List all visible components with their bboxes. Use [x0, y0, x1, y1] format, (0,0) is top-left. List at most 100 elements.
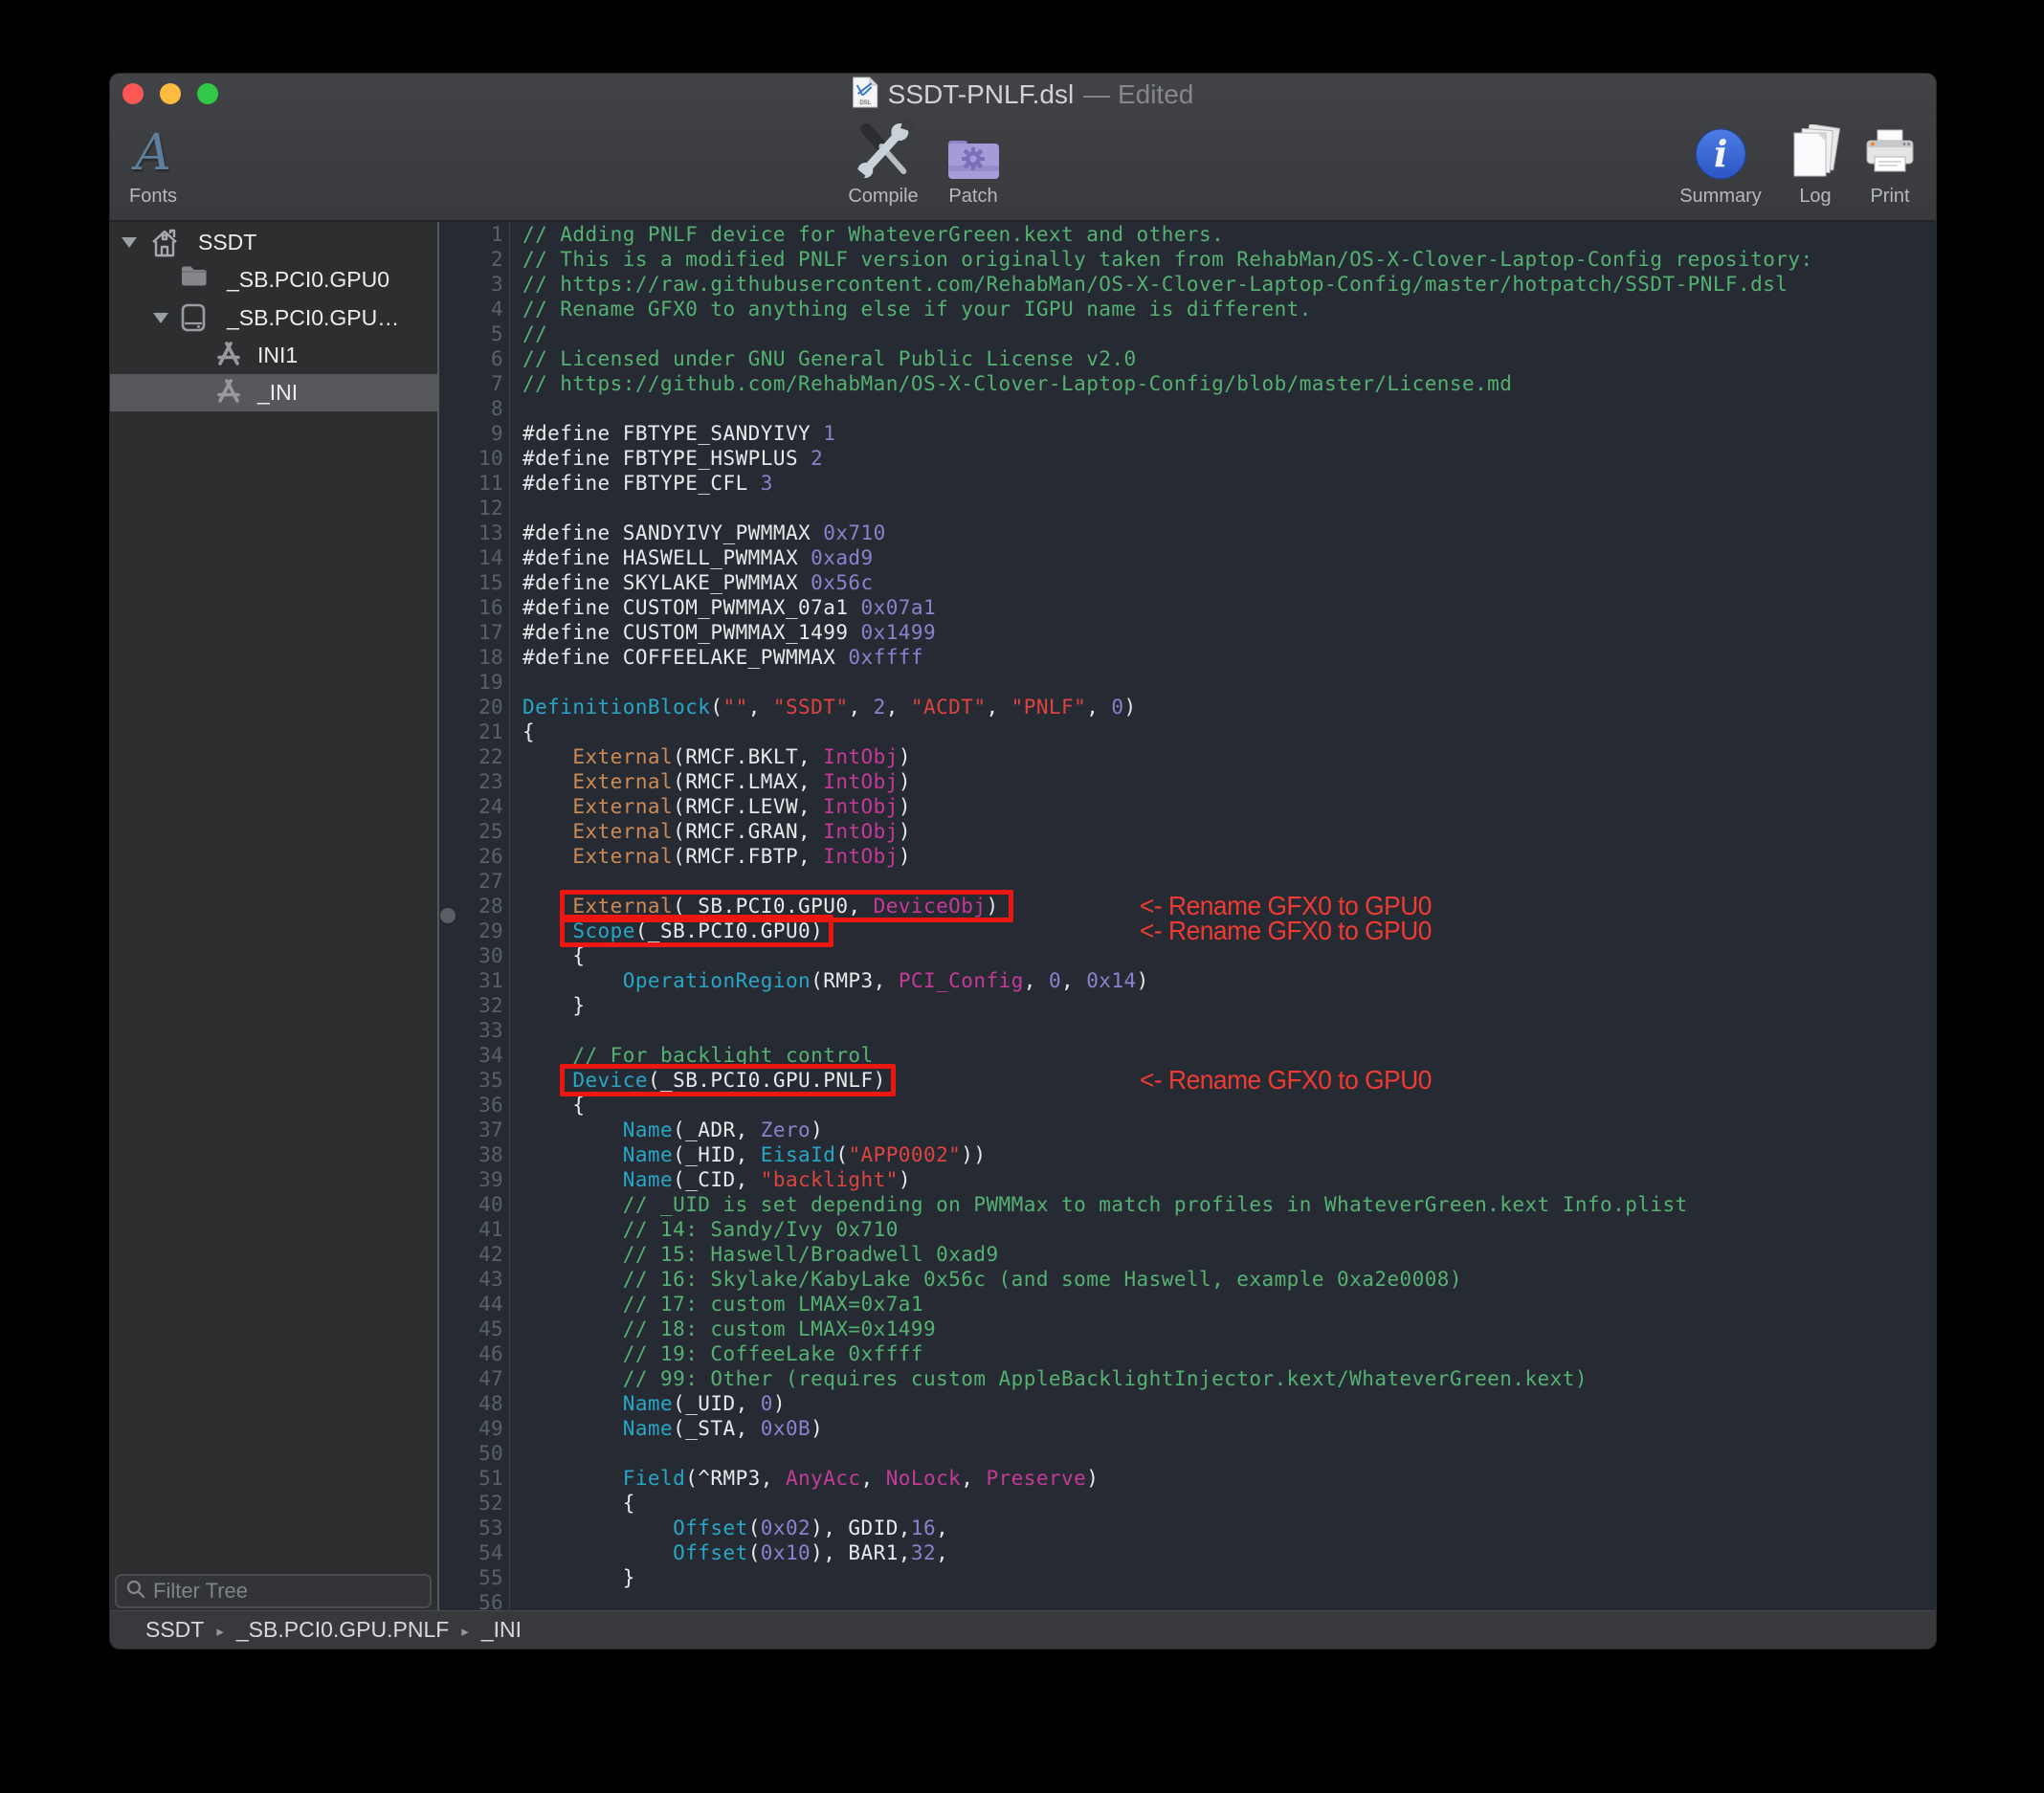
code-text: #define SKYLAKE_PWMMAX 0x56c — [522, 571, 874, 594]
code-line: 9 #define FBTYPE_SANDYIVY 1 — [439, 421, 1936, 446]
code-line: 12 — [439, 496, 1936, 520]
line-number: 47 — [478, 1367, 503, 1390]
document-icon: DSL — [853, 76, 878, 113]
code-editor[interactable]: 1 // Adding PNLF device for WhateverGreen… — [439, 222, 1936, 1610]
code-text: Field(^RMP3, AnyAcc, NoLock, Preserve) — [622, 1467, 1100, 1490]
line-number: 38 — [478, 1143, 503, 1166]
filter-tree-field[interactable]: Filter Tree — [115, 1574, 432, 1608]
code-text: // https://github.com/RehabMan/OS-X-Clov… — [522, 372, 1513, 395]
device-icon — [181, 303, 206, 337]
code-line: 56 — [439, 1590, 1936, 1610]
breadcrumb-separator-icon: ▸ — [216, 1623, 224, 1640]
line-number: 32 — [478, 994, 503, 1017]
line-number: 42 — [478, 1243, 503, 1266]
line-number: 41 — [478, 1218, 503, 1241]
code-line: 38 Name(_HID, EisaId("APP0002")) — [439, 1142, 1936, 1167]
toolbar-label: Summary — [1679, 186, 1762, 207]
line-number: 39 — [478, 1168, 503, 1191]
breadcrumb-item[interactable]: _INI — [481, 1617, 522, 1643]
tree-item-ssdt[interactable]: SSDT — [110, 224, 437, 261]
code-line: 31 OperationRegion(RMP3, PCI_Config, 0, … — [439, 968, 1936, 993]
patch-icon — [944, 117, 1002, 182]
code-line: 3 // https://raw.githubusercontent.com/Re… — [439, 272, 1936, 297]
fonts-button[interactable]: A Fonts — [129, 117, 177, 208]
window-title: DSL SSDT-PNLF.dsl — Edited — [853, 74, 1194, 115]
code-text: External(RMCF.FBTP, IntObj) — [572, 845, 911, 868]
code-text: // 18: custom LMAX=0x1499 — [522, 1317, 937, 1340]
summary-button[interactable]: i Summary — [1679, 117, 1762, 208]
code-line: 19 — [439, 670, 1936, 695]
line-number: 43 — [478, 1268, 503, 1291]
minimize-button[interactable] — [160, 83, 181, 104]
code-line: 5 // — [439, 321, 1936, 346]
rename-annotation: <- Rename GFX0 to GPU0 — [1140, 916, 1432, 945]
tree-item-ini1[interactable]: INI1 — [110, 337, 437, 374]
code-line: 46 // 19: CoffeeLake 0xffff — [439, 1341, 1936, 1366]
code-text: Name(_CID, "backlight") — [622, 1168, 911, 1191]
doc-type-label: DSL — [859, 100, 871, 106]
code-text: External(RMCF.BKLT, IntObj) — [572, 745, 911, 768]
line-number: 31 — [478, 969, 503, 992]
summary-icon: i — [1693, 117, 1748, 182]
line-number: 1 — [491, 223, 503, 246]
line-number: 17 — [478, 621, 503, 644]
print-button[interactable]: Print — [1861, 117, 1919, 208]
tree-item--ini[interactable]: _INI — [110, 374, 437, 412]
line-number: 2 — [491, 248, 503, 271]
line-number: 33 — [478, 1019, 503, 1042]
line-number: 44 — [478, 1293, 503, 1316]
code-text: // This is a modified PNLF version origi… — [522, 248, 1813, 271]
log-icon — [1786, 117, 1845, 182]
rename-highlight-box — [560, 1064, 896, 1096]
line-number: 36 — [478, 1094, 503, 1117]
zoom-button[interactable] — [197, 83, 218, 104]
code-text: Name(_STA, 0x0B) — [622, 1417, 824, 1440]
maciasl-window: DSL SSDT-PNLF.dsl — Edited A Fonts Compile… — [110, 74, 1936, 1649]
breadcrumb-item[interactable]: SSDT — [145, 1617, 204, 1643]
code-line: 40 // _UID is set depending on PWMMax to… — [439, 1192, 1936, 1217]
tree-item-label: _SB.PCI0.GPU0 — [227, 267, 390, 293]
tree-item-label: INI1 — [257, 342, 299, 367]
code-line: 13 #define SANDYIVY_PWMMAX 0x710 — [439, 520, 1936, 545]
tree-item--sb-pci0-gpu0[interactable]: _SB.PCI0.GPU0 — [110, 261, 437, 299]
toolbar: A Fonts Compile Patch i Summary Log Print — [110, 115, 1936, 222]
line-number: 55 — [478, 1566, 503, 1589]
rename-highlight-box — [560, 915, 833, 947]
compile-button[interactable]: Compile — [848, 117, 919, 208]
breadcrumb-item[interactable]: _SB.PCI0.GPU.PNLF — [236, 1617, 449, 1643]
title-edited-suffix: — Edited — [1083, 78, 1194, 109]
tree-item--sb-pci0-gpu-[interactable]: _SB.PCI0.GPU… — [110, 299, 437, 337]
toolbar-label: Fonts — [128, 186, 178, 207]
titlebar[interactable]: DSL SSDT-PNLF.dsl — Edited — [110, 74, 1936, 115]
line-number: 35 — [478, 1069, 503, 1092]
disclosure-triangle-icon[interactable] — [153, 312, 168, 323]
code-text: } — [522, 1566, 635, 1589]
code-text: // _UID is set depending on PWMMax to ma… — [522, 1193, 1688, 1216]
code-line: 51 Field(^RMP3, AnyAcc, NoLock, Preserve… — [439, 1466, 1936, 1491]
log-button[interactable]: Log — [1786, 117, 1845, 208]
code-line: 18 #define COFFEELAKE_PWMMAX 0xffff — [439, 645, 1936, 670]
code-line: 50 — [439, 1441, 1936, 1466]
code-line: 32 } — [439, 993, 1936, 1018]
line-number: 40 — [478, 1193, 503, 1216]
code-text: Name(_ADR, Zero) — [622, 1118, 824, 1141]
code-line: 21 { — [439, 719, 1936, 744]
disclosure-triangle-icon[interactable] — [122, 237, 137, 248]
close-button[interactable] — [122, 83, 144, 104]
patch-button[interactable]: Patch — [944, 117, 1002, 208]
line-number: 14 — [478, 546, 503, 569]
line-number: 5 — [491, 322, 503, 345]
code-line: 6 // Licensed under GNU General Public Li… — [439, 346, 1936, 371]
filter-placeholder: Filter Tree — [153, 1579, 249, 1603]
line-number: 52 — [478, 1492, 503, 1515]
code-line: 55 } — [439, 1565, 1936, 1590]
code-line: 11 #define FBTYPE_CFL 3 — [439, 471, 1936, 496]
title-filename: SSDT-PNLF.dsl — [887, 78, 1075, 109]
code-line: 43 // 16: Skylake/KabyLake 0x56c (and so… — [439, 1267, 1936, 1292]
home-icon — [150, 228, 179, 263]
code-line: 49 Name(_STA, 0x0B) — [439, 1416, 1936, 1441]
code-text: // Rename GFX0 to anything else if your … — [522, 298, 1312, 321]
code-line: 14 #define HASWELL_PWMMAX 0xad9 — [439, 545, 1936, 570]
line-number: 4 — [491, 298, 503, 321]
line-number: 25 — [478, 820, 503, 843]
